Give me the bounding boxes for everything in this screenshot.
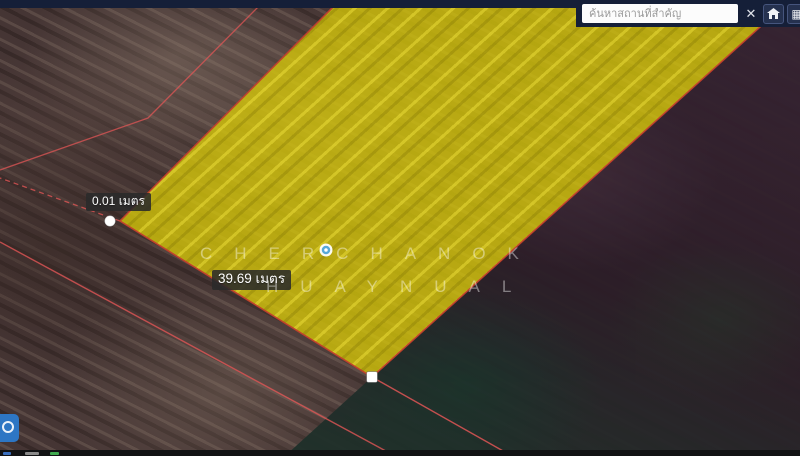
taskbar[interactable] bbox=[0, 450, 800, 456]
vertex-handle-left[interactable] bbox=[105, 216, 116, 227]
map-application-window: 0.01 เมตร 39.69 เมตร CHERCHANOK HUAYNUAL… bbox=[0, 0, 800, 456]
search-panel: ✕ ▦ bbox=[576, 0, 800, 27]
measurement-label-small: 0.01 เมตร bbox=[86, 193, 151, 211]
clear-search-button[interactable]: ✕ bbox=[741, 4, 761, 23]
taskbar-icon-blue[interactable] bbox=[3, 452, 11, 455]
vector-overlay bbox=[0, 0, 800, 456]
parcel-outline[interactable] bbox=[120, 0, 790, 377]
grid-button[interactable]: ▦ bbox=[787, 4, 800, 24]
boundary-line-lower-right bbox=[372, 377, 512, 456]
boundary-line-lower-left bbox=[0, 242, 395, 456]
grid-icon: ▦ bbox=[791, 7, 800, 21]
boundary-line-upper-left bbox=[0, 0, 265, 170]
home-button[interactable] bbox=[763, 4, 784, 24]
home-icon bbox=[767, 8, 780, 20]
watermark-line-1: CHERCHANOK bbox=[200, 244, 541, 264]
taskbar-icon-grey[interactable] bbox=[25, 452, 39, 455]
vertex-handle-bottom[interactable] bbox=[367, 372, 378, 383]
location-ring-icon bbox=[2, 421, 14, 433]
search-input[interactable] bbox=[582, 4, 738, 23]
taskbar-icon-green[interactable] bbox=[50, 452, 59, 455]
map-control-button[interactable] bbox=[0, 414, 19, 442]
watermark-line-2: HUAYNUAL bbox=[266, 277, 533, 297]
close-icon: ✕ bbox=[746, 6, 757, 22]
